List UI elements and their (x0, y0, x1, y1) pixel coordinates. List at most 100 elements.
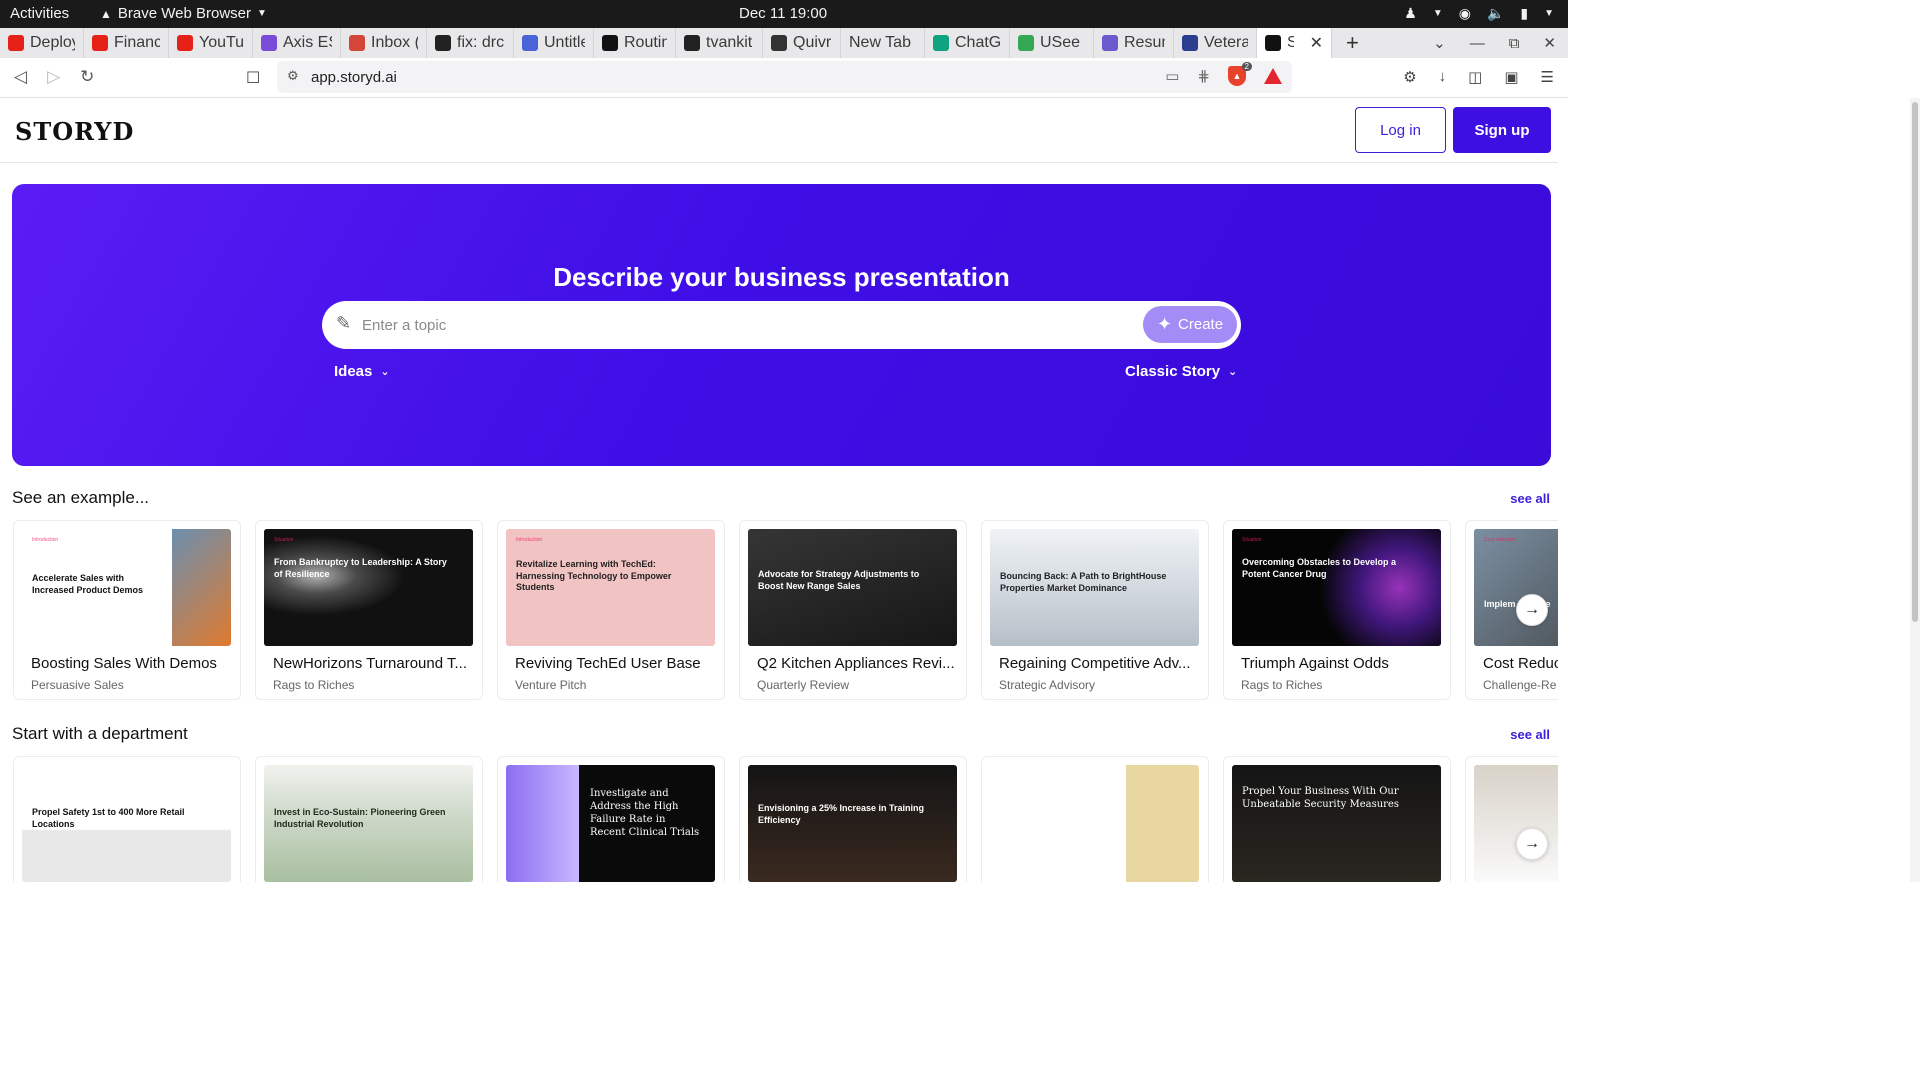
department-card[interactable]: Investigate and Address the High Failure… (497, 756, 725, 882)
brave-rewards-icon[interactable] (1264, 68, 1282, 84)
create-button[interactable]: ✦ Create (1143, 306, 1237, 343)
login-button[interactable]: Log in (1355, 107, 1446, 153)
close-tab-icon[interactable]: ✕ (1310, 33, 1323, 53)
activities-button[interactable]: Activities (10, 5, 69, 22)
department-card[interactable]: Propel Safety 1st to 400 More Retail Loc… (13, 756, 241, 882)
browser-tab[interactable]: Resum (1094, 28, 1174, 58)
battery-icon[interactable]: ▮ (1520, 5, 1528, 22)
create-label: Create (1178, 316, 1224, 333)
scrollbar-thumb[interactable] (1912, 102, 1918, 622)
card-title: Q2 Kitchen Appliances Revi... (757, 655, 955, 672)
ideas-dropdown[interactable]: Ideas ⌄ (334, 363, 390, 380)
tab-search-icon[interactable]: ⌄ (1433, 34, 1446, 52)
tab-label: Financ (114, 34, 160, 51)
slide-thumbnail: Investigate and Address the High Failure… (506, 765, 715, 882)
browser-tab[interactable]: Financ (84, 28, 169, 58)
page-scrollbar[interactable] (1910, 98, 1920, 882)
maximize-icon[interactable]: ⧉ (1509, 35, 1520, 52)
example-card[interactable]: Advocate for Strategy Adjustments to Boo… (739, 520, 967, 700)
storyd-logo[interactable]: STORYD (15, 117, 134, 146)
bookmark-icon[interactable]: ☐ (246, 68, 260, 88)
department-card[interactable]: Invest in Eco-Sustain: Pioneering Green … (255, 756, 483, 882)
tab-label: Deploy (30, 34, 75, 51)
wifi-icon[interactable]: ◉ (1459, 5, 1471, 22)
browser-tab[interactable]: STC ✕ (1257, 28, 1332, 58)
system-tray[interactable]: ♟ ▼ ◉ 🔈 ▮ ▼ (1404, 5, 1554, 22)
scroll-next-arrow-icon[interactable]: → (1516, 828, 1548, 860)
tab-favicon-icon (1018, 35, 1034, 51)
address-bar[interactable]: ⚙ app.storyd.ai ▭ ⋕ ▲ 2 (277, 61, 1292, 93)
scroll-next-arrow-icon[interactable]: → (1516, 594, 1548, 626)
wallet-icon[interactable]: ▣ (1504, 68, 1518, 86)
forward-icon[interactable]: ▷ (47, 67, 60, 87)
signup-button[interactable]: Sign up (1453, 107, 1551, 153)
examples-see-all-link[interactable]: see all (1510, 491, 1550, 506)
example-card[interactable]: Bouncing Back: A Path to BrightHouse Pro… (981, 520, 1209, 700)
department-card[interactable] (981, 756, 1209, 882)
browser-tab[interactable]: New Tab (841, 28, 925, 58)
card-title: NewHorizons Turnaround T... (273, 655, 467, 672)
examples-row: Introduction Accelerate Sales with Increa… (13, 520, 1558, 704)
browser-tab[interactable]: ChatGI (925, 28, 1010, 58)
reload-icon[interactable]: ↻ (80, 67, 94, 87)
tab-favicon-icon (1182, 35, 1198, 51)
example-card[interactable]: Introduction Accelerate Sales with Increa… (13, 520, 241, 700)
example-card[interactable]: Situation Overcoming Obstacles to Develop… (1223, 520, 1451, 700)
clock[interactable]: Dec 11 19:00 (739, 5, 827, 22)
site-info-icon[interactable]: ⚙ (287, 68, 299, 84)
ideas-label: Ideas (334, 363, 373, 380)
back-icon[interactable]: ◁ (14, 67, 27, 87)
menu-icon[interactable]: ☰ (1541, 68, 1554, 86)
departments-see-all-link[interactable]: see all (1510, 727, 1550, 742)
app-menu[interactable]: ▲ Brave Web Browser ▼ (100, 5, 267, 22)
card-title: Reviving TechEd User Base (515, 655, 701, 672)
sidebar-icon[interactable]: ◫ (1468, 68, 1482, 86)
tab-favicon-icon (435, 35, 451, 51)
department-card[interactable] (1465, 756, 1558, 882)
downloads-icon[interactable]: ↓ (1439, 68, 1447, 86)
browser-tab[interactable]: USee S (1010, 28, 1094, 58)
browser-tab[interactable]: Routin (594, 28, 676, 58)
browser-tab[interactable]: Inbox ( (341, 28, 427, 58)
new-tab-button[interactable]: + (1332, 30, 1373, 56)
tab-favicon-icon (8, 35, 24, 51)
thumbnail-tag: Introduction (516, 537, 543, 543)
thumbnail-title: Propel Safety 1st to 400 More Retail Loc… (32, 807, 185, 829)
tab-label: Routin (624, 34, 667, 51)
browser-tab[interactable]: fix: drc (427, 28, 514, 58)
slide-thumbnail: Advocate for Strategy Adjustments to Boo… (748, 529, 957, 646)
department-card[interactable]: Propel Your Business With Our Unbeatable… (1223, 756, 1451, 882)
topic-input[interactable] (362, 311, 1122, 339)
brave-shields-icon[interactable]: ▲ 2 (1228, 62, 1252, 86)
browser-tab[interactable]: YouTul (169, 28, 253, 58)
story-style-dropdown[interactable]: Classic Story ⌄ (1125, 363, 1237, 380)
volume-icon[interactable]: 🔈 (1487, 5, 1504, 22)
slide-thumbnail: Situation Overcoming Obstacles to Develop… (1232, 529, 1441, 646)
card-subtitle: Rags to Riches (1241, 678, 1323, 692)
share-icon[interactable]: ⋕ (1197, 67, 1210, 85)
browser-tab[interactable]: Untitle (514, 28, 594, 58)
thumbnail-title: Invest in Eco-Sustain: Pioneering Green … (274, 807, 446, 829)
tab-label: Inbox ( (371, 34, 418, 51)
browser-tab[interactable]: Axis ES (253, 28, 341, 58)
minimize-icon[interactable]: — (1470, 35, 1485, 52)
close-window-icon[interactable]: ✕ (1543, 34, 1556, 52)
tab-favicon-icon (1265, 35, 1281, 51)
chevron-down-icon: ⌄ (380, 366, 390, 378)
example-card[interactable]: Situation From Bankruptcy to Leadership: … (255, 520, 483, 700)
department-card[interactable]: Envisioning a 25% Increase in Training E… (739, 756, 967, 882)
extensions-icon[interactable]: ⚙ (1403, 68, 1416, 86)
browser-tab[interactable]: Quivr - (763, 28, 841, 58)
slide-thumbnail: Introduction Revitalize Learning with Tec… (506, 529, 715, 646)
url-text[interactable]: app.storyd.ai (311, 69, 397, 86)
thumbnail-title: Investigate and Address the High Failure… (590, 788, 700, 838)
tab-favicon-icon (261, 35, 277, 51)
accessibility-icon[interactable]: ♟ (1404, 5, 1417, 22)
tab-label: New Tab (849, 34, 911, 51)
example-card[interactable]: Introduction Revitalize Learning with Tec… (497, 520, 725, 700)
browser-tab[interactable]: tvankit (676, 28, 763, 58)
cast-icon[interactable]: ▭ (1165, 67, 1179, 85)
browser-tab[interactable]: Vetera (1174, 28, 1257, 58)
browser-tab[interactable]: Deploy (0, 28, 84, 58)
site-header: STORYD Log in Sign up (0, 98, 1558, 163)
